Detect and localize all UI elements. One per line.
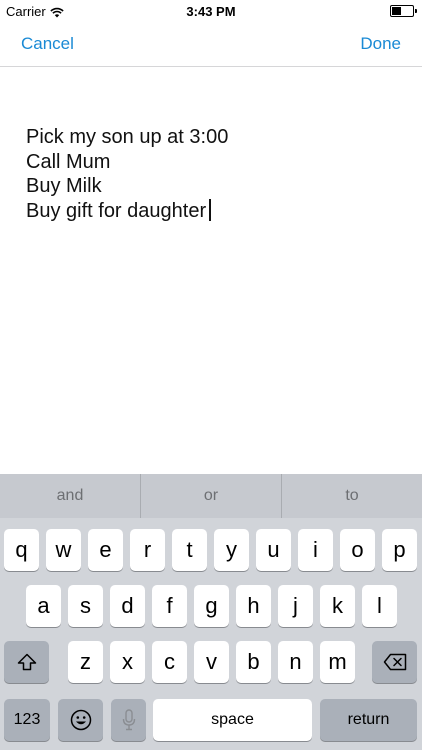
- shift-icon: [17, 653, 37, 671]
- note-line: Pick my son up at 3:00: [26, 126, 229, 148]
- note-line: Buy Milk: [26, 175, 102, 197]
- shift-key[interactable]: [4, 641, 49, 683]
- nav-bar: Cancel Done: [0, 22, 422, 67]
- key-l[interactable]: l: [362, 585, 397, 627]
- delete-key[interactable]: [372, 641, 417, 683]
- key-e[interactable]: e: [88, 529, 123, 571]
- key-p[interactable]: p: [382, 529, 417, 571]
- key-u[interactable]: u: [256, 529, 291, 571]
- key-r[interactable]: r: [130, 529, 165, 571]
- key-f[interactable]: f: [152, 585, 187, 627]
- keyboard: and or to q w e r t y u i o p a s d f g …: [0, 474, 422, 750]
- key-t[interactable]: t: [172, 529, 207, 571]
- emoji-icon: [70, 709, 92, 731]
- note-editor[interactable]: Pick my son up at 3:00 Call Mum Buy Milk…: [0, 67, 422, 474]
- status-bar: Carrier 3:43 PM: [0, 0, 422, 22]
- key-o[interactable]: o: [340, 529, 375, 571]
- space-key[interactable]: space: [153, 699, 312, 741]
- status-time: 3:43 PM: [186, 4, 236, 19]
- suggestion-item[interactable]: or: [141, 474, 282, 518]
- key-s[interactable]: s: [68, 585, 103, 627]
- key-v[interactable]: v: [194, 641, 229, 683]
- emoji-key[interactable]: [58, 699, 103, 741]
- microphone-key[interactable]: [111, 699, 146, 741]
- key-k[interactable]: k: [320, 585, 355, 627]
- key-b[interactable]: b: [236, 641, 271, 683]
- key-x[interactable]: x: [110, 641, 145, 683]
- key-z[interactable]: z: [68, 641, 103, 683]
- delete-icon: [383, 653, 407, 671]
- microphone-icon: [122, 709, 136, 731]
- key-g[interactable]: g: [194, 585, 229, 627]
- key-y[interactable]: y: [214, 529, 249, 571]
- battery-icon: [390, 5, 417, 17]
- suggestion-item[interactable]: to: [282, 474, 422, 518]
- cancel-button[interactable]: Cancel: [21, 34, 74, 54]
- key-a[interactable]: a: [26, 585, 61, 627]
- text-caret: [209, 198, 212, 221]
- note-line: Buy gift for daughter: [26, 199, 207, 222]
- note-line: Call Mum: [26, 150, 111, 173]
- return-key[interactable]: return: [320, 699, 417, 741]
- note-last-line-group: Buy gift for daughter: [26, 198, 228, 224]
- key-i[interactable]: i: [298, 529, 333, 571]
- suggestion-bar: and or to: [0, 474, 422, 518]
- note-text[interactable]: Pick my son up at 3:00 Call Mum Buy Milk…: [26, 125, 228, 223]
- numbers-key[interactable]: 123: [4, 699, 50, 741]
- key-w[interactable]: w: [46, 529, 81, 571]
- key-c[interactable]: c: [152, 641, 187, 683]
- key-d[interactable]: d: [110, 585, 145, 627]
- key-h[interactable]: h: [236, 585, 271, 627]
- key-q[interactable]: q: [4, 529, 39, 571]
- suggestion-item[interactable]: and: [0, 474, 141, 518]
- key-n[interactable]: n: [278, 641, 313, 683]
- key-j[interactable]: j: [278, 585, 313, 627]
- key-m[interactable]: m: [320, 641, 355, 683]
- done-button[interactable]: Done: [360, 34, 401, 54]
